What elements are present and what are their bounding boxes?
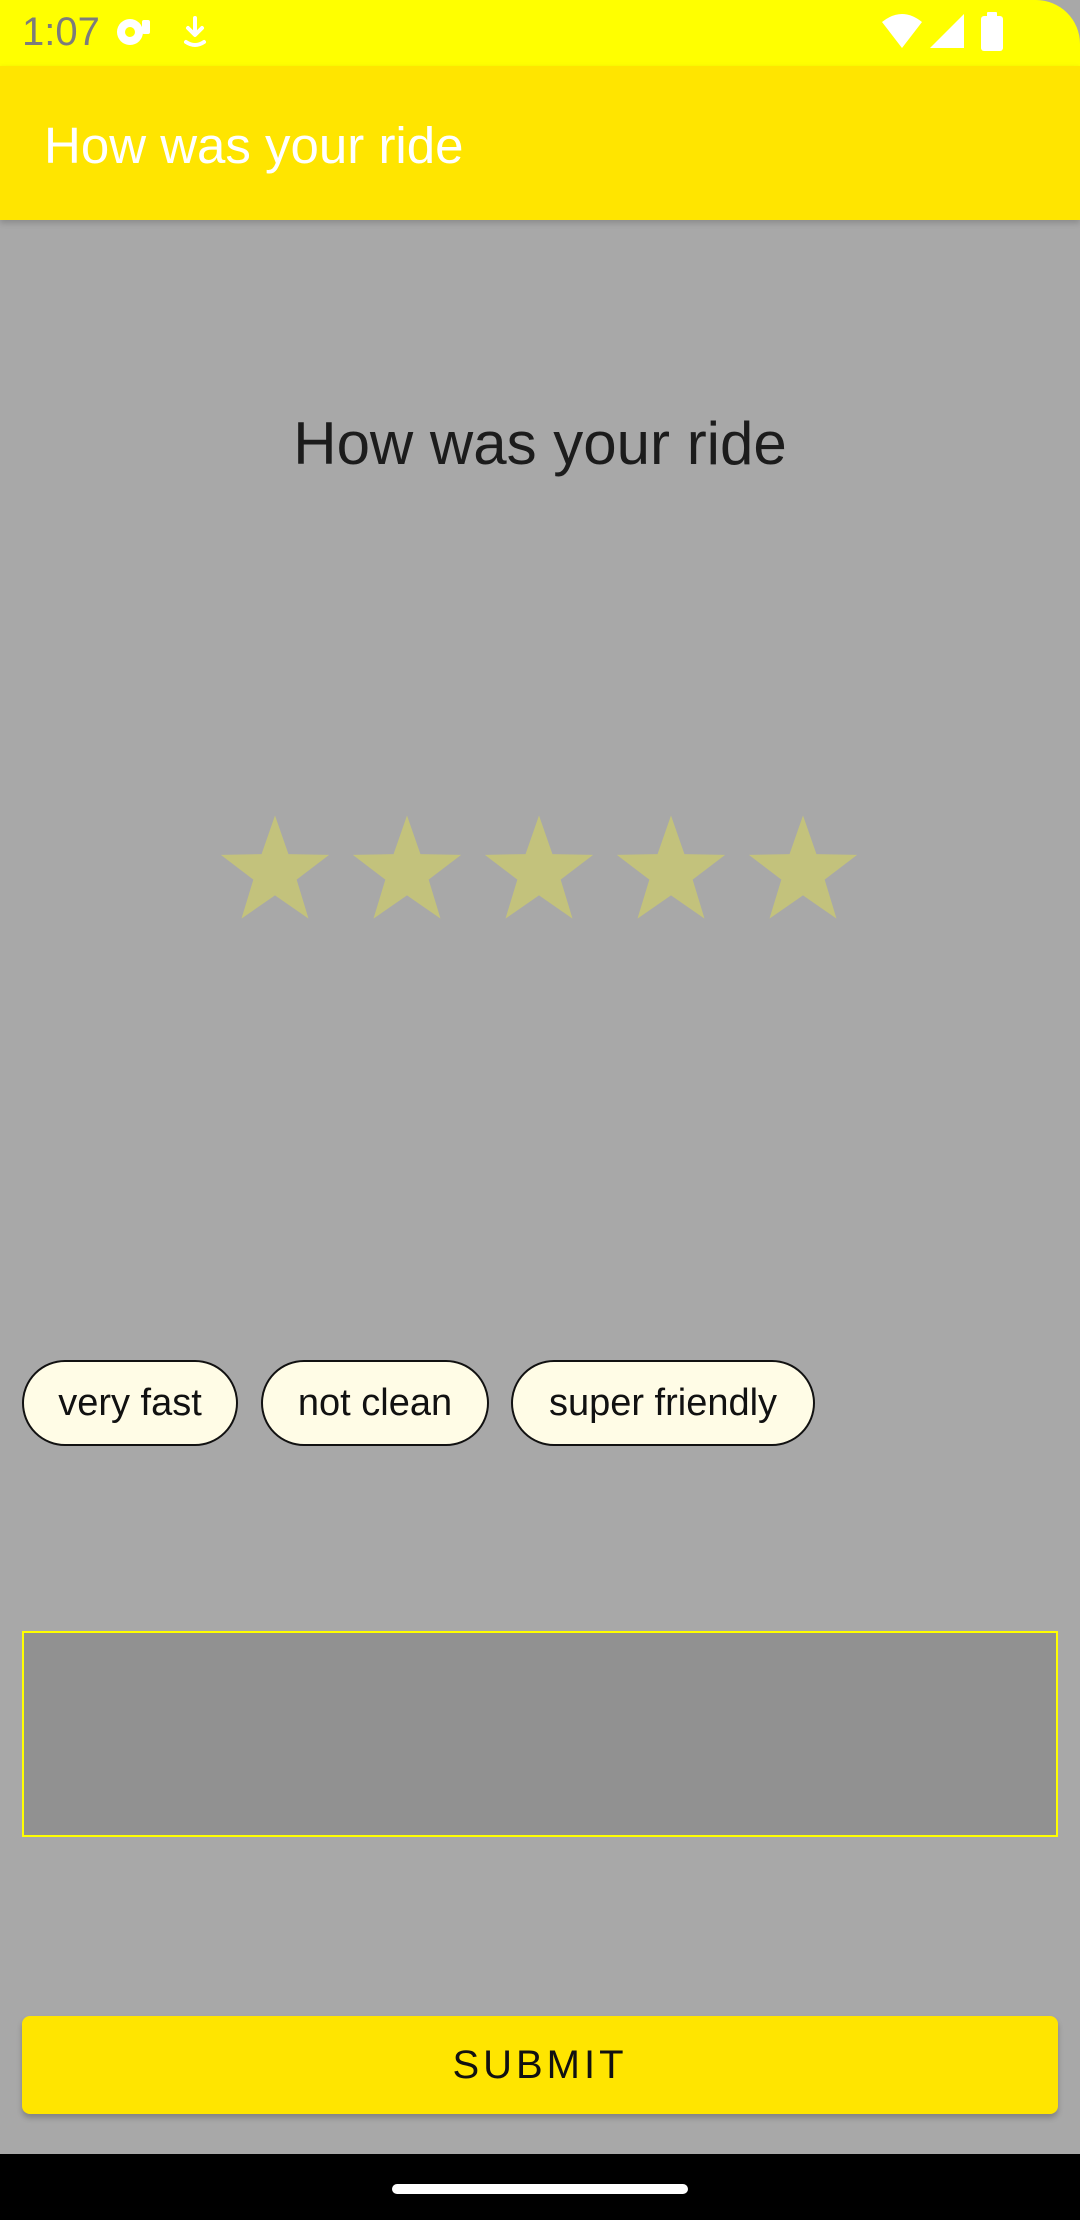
- wifi-icon: [880, 12, 924, 55]
- signal-icon: [928, 12, 966, 55]
- status-bar: 1:07: [0, 0, 1080, 66]
- star-2[interactable]: [350, 812, 464, 924]
- ride-rating-screen: 1:07 How was your ride How was your ride…: [0, 0, 1080, 2220]
- home-gesture-handle[interactable]: [392, 2184, 688, 2194]
- status-time: 1:07: [22, 10, 100, 54]
- star-1[interactable]: [218, 812, 332, 924]
- star-icon: [484, 815, 594, 919]
- comment-field[interactable]: [22, 1631, 1058, 1837]
- star-rating[interactable]: [218, 812, 864, 924]
- download-notification-icon: [180, 14, 210, 55]
- battery-icon: [980, 12, 1004, 57]
- star-icon: [748, 815, 858, 919]
- chip-not-clean[interactable]: not clean: [261, 1360, 489, 1446]
- navigation-bar: [0, 2154, 1080, 2220]
- chip-super-friendly[interactable]: super friendly: [511, 1360, 815, 1446]
- media-notification-icon: [114, 14, 154, 55]
- star-icon: [616, 815, 726, 919]
- app-title: How was your ride: [44, 117, 464, 174]
- star-icon: [352, 815, 462, 919]
- star-icon: [220, 815, 330, 919]
- page-heading: How was your ride: [293, 410, 787, 477]
- submit-button[interactable]: SUBMIT: [22, 2016, 1058, 2114]
- star-5[interactable]: [746, 812, 860, 924]
- star-3[interactable]: [482, 812, 596, 924]
- app-bar: How was your ride: [0, 66, 1080, 220]
- chip-very-fast[interactable]: very fast: [22, 1360, 238, 1446]
- star-4[interactable]: [614, 812, 728, 924]
